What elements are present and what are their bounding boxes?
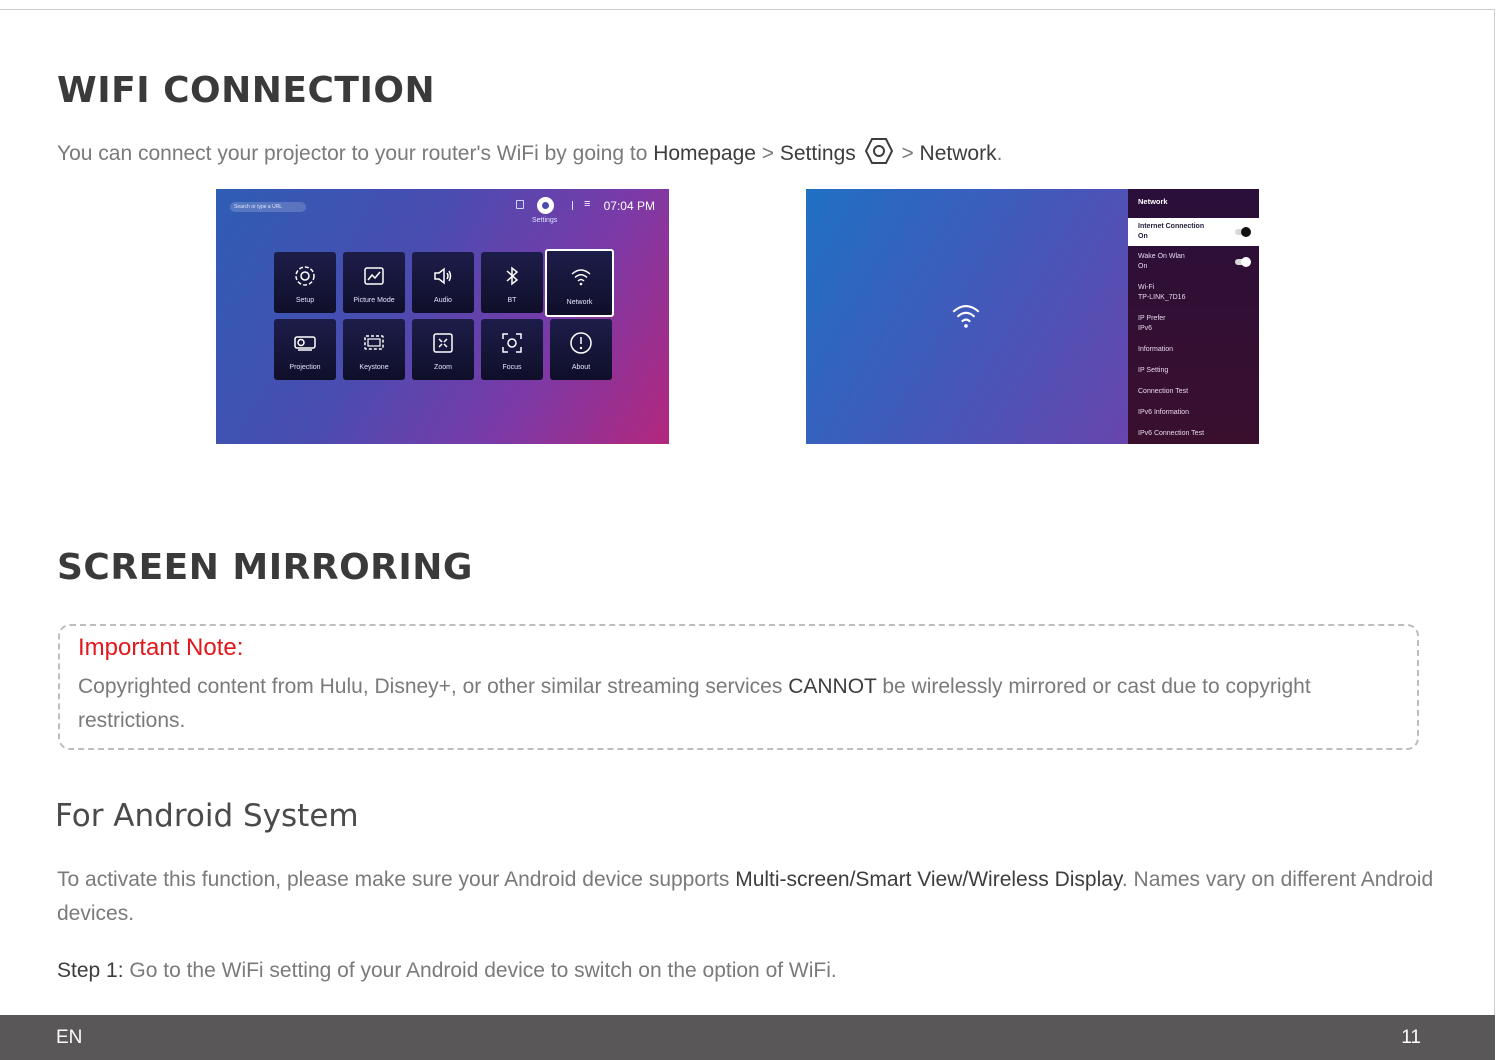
item-wifi: Wi-Fi TP-LINK_7D16: [1138, 284, 1186, 301]
network-screenshot: Network Internet Connection On Wake On Wl…: [806, 189, 1259, 444]
tile-bt: BT: [481, 252, 543, 313]
step-1: Step 1: Go to the WiFi setting of your A…: [57, 959, 837, 982]
settings-hex-icon: [864, 138, 893, 164]
wifi-heading: WIFI CONNECTION: [57, 70, 436, 111]
android-heading: For Android System: [55, 798, 359, 834]
item-ipv6-connection-test: IPv6 Connection Test: [1138, 430, 1205, 437]
wifi-icon: [571, 269, 591, 286]
settings-label: Settings: [532, 217, 558, 224]
settings-icon: [537, 197, 554, 214]
status-divider: [572, 201, 573, 210]
mirroring-heading: SCREEN MIRRORING: [57, 547, 473, 588]
page-number: 11: [1401, 1027, 1421, 1048]
projector-icon: [294, 336, 316, 351]
tile-projection: Projection: [274, 319, 336, 380]
speaker-icon: [434, 267, 452, 285]
top-border: [0, 9, 1495, 10]
item-information: Information: [1138, 346, 1174, 353]
url-search-box: Search or type a URL: [230, 202, 306, 212]
clock: 07:04 PM: [603, 199, 655, 213]
tile-zoom: Zoom: [412, 319, 474, 380]
tile-audio: Audio: [412, 252, 474, 313]
tile-about: About: [550, 319, 612, 380]
tile-picture-mode: Picture Mode: [343, 252, 405, 313]
wifi-icon: [952, 305, 980, 328]
bluetooth-icon: [506, 266, 519, 286]
picture-icon: [364, 267, 384, 285]
gear-icon: [295, 266, 315, 286]
item-ipv6-information: IPv6 Information: [1138, 409, 1189, 416]
tile-keystone: Keystone: [343, 319, 405, 380]
network-panel: Network Internet Connection On Wake On Wl…: [1128, 189, 1259, 444]
path-settings: Settings: [779, 142, 856, 165]
focus-icon: [502, 333, 522, 353]
tile-focus: Focus: [481, 319, 543, 380]
right-border: [1494, 9, 1495, 1015]
item-ip-prefer: IP Prefer IPv6: [1138, 315, 1166, 332]
language-label: EN: [56, 1027, 83, 1048]
wifi-intro: You can connect your projector to your r…: [57, 136, 1002, 171]
info-icon: [570, 332, 592, 354]
keystone-icon: [364, 335, 384, 350]
panel-title: Network: [1138, 197, 1168, 206]
tile-setup: Setup: [274, 252, 336, 313]
path-homepage: Homepage: [653, 142, 756, 165]
wake-toggle: [1235, 257, 1251, 267]
item-ip-setting: IP Setting: [1138, 367, 1169, 374]
input-source-icon: [516, 200, 524, 209]
tile-network: Network: [545, 249, 614, 317]
note-title: Important Note:: [78, 634, 244, 661]
path-network: Network: [919, 142, 997, 165]
note-body: Copyrighted content from Hulu, Disney+, …: [78, 675, 1311, 732]
page-footer: EN 11: [0, 1015, 1495, 1060]
settings-screenshot: Search or type a URL Settings ≡ 07:04 PM…: [216, 189, 669, 444]
item-internet-connection: Internet Connection On: [1128, 218, 1259, 246]
internet-toggle: [1235, 227, 1251, 237]
wifi-status-icon: ≡: [584, 198, 591, 210]
android-para: To activate this function, please make s…: [57, 868, 1434, 925]
item-connection-test: Connection Test: [1138, 388, 1189, 395]
zoom-icon: [433, 333, 453, 353]
item-wake-on-wlan: Wake On Wlan On: [1128, 252, 1259, 272]
